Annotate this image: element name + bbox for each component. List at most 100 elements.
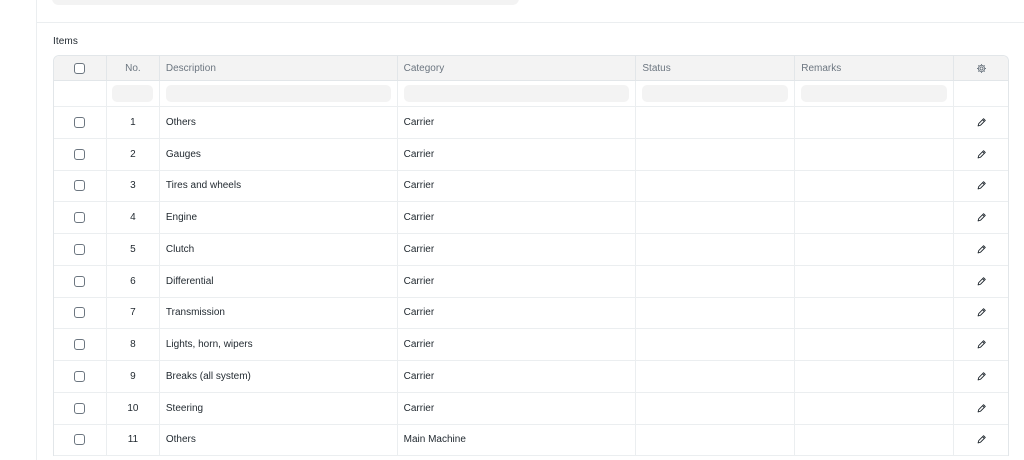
row-status[interactable] — [636, 138, 796, 170]
row-status[interactable] — [636, 424, 796, 456]
table-row[interactable]: 7 Transmission Carrier — [54, 297, 1008, 330]
row-category[interactable]: Carrier — [398, 297, 637, 329]
pencil-icon[interactable] — [976, 434, 987, 445]
row-checkbox[interactable] — [74, 148, 86, 160]
pencil-icon[interactable] — [976, 244, 987, 255]
row-checkbox[interactable] — [74, 180, 86, 192]
row-remarks[interactable] — [795, 234, 955, 265]
row-category[interactable]: Carrier — [398, 361, 637, 392]
row-category[interactable]: Carrier — [398, 202, 637, 233]
select-all-checkbox[interactable] — [74, 62, 86, 74]
header-no: No. — [107, 56, 160, 80]
pencil-icon[interactable] — [976, 371, 987, 382]
row-remarks[interactable] — [795, 202, 955, 233]
pencil-icon[interactable] — [976, 339, 987, 350]
row-remarks[interactable] — [795, 107, 955, 138]
row-edit-cell — [954, 202, 1008, 233]
row-checkbox[interactable] — [74, 339, 86, 351]
filter-cell-check — [54, 81, 107, 106]
row-category[interactable]: Carrier — [398, 392, 637, 424]
row-description[interactable]: Others — [160, 107, 398, 138]
filter-no-input[interactable] — [112, 85, 154, 102]
row-remarks[interactable] — [795, 329, 955, 360]
row-checkbox[interactable] — [74, 275, 86, 287]
row-status[interactable] — [636, 297, 796, 329]
row-checkbox[interactable] — [74, 402, 86, 414]
row-description[interactable]: Steering — [160, 392, 398, 424]
row-description[interactable]: Gauges — [160, 138, 398, 170]
table-row[interactable]: 6 Differential Carrier — [54, 265, 1008, 298]
table-row[interactable]: 3 Tires and wheels Carrier — [54, 170, 1008, 203]
row-checkbox[interactable] — [74, 116, 86, 128]
row-category[interactable]: Carrier — [398, 107, 637, 138]
row-status[interactable] — [636, 170, 796, 202]
row-description[interactable]: Lights, horn, wipers — [160, 329, 398, 360]
row-status[interactable] — [636, 329, 796, 360]
row-category[interactable]: Carrier — [398, 138, 637, 170]
row-category[interactable]: Carrier — [398, 265, 637, 297]
table-row[interactable]: 5 Clutch Carrier — [54, 234, 1008, 266]
pencil-icon[interactable] — [976, 117, 987, 128]
row-checkbox[interactable] — [74, 212, 86, 224]
table-row[interactable]: 9 Breaks (all system) Carrier — [54, 361, 1008, 393]
row-status[interactable] — [636, 234, 796, 265]
row-description[interactable]: Differential — [160, 265, 398, 297]
row-description[interactable]: Transmission — [160, 297, 398, 329]
row-remarks[interactable] — [795, 392, 955, 424]
row-checkbox[interactable] — [74, 243, 86, 255]
row-category[interactable]: Carrier — [398, 234, 637, 265]
pencil-icon[interactable] — [976, 180, 987, 191]
pencil-icon[interactable] — [976, 307, 987, 318]
row-edit-cell — [954, 234, 1008, 265]
previous-field-input[interactable] — [52, 0, 519, 5]
row-no: 3 — [107, 170, 160, 202]
row-edit-cell — [954, 266, 1008, 297]
row-description[interactable]: Clutch — [160, 234, 398, 265]
row-status[interactable] — [636, 361, 796, 392]
row-status[interactable] — [636, 202, 796, 233]
row-status[interactable] — [636, 392, 796, 424]
row-description[interactable]: Engine — [160, 202, 398, 233]
pencil-icon[interactable] — [976, 149, 987, 160]
row-remarks[interactable] — [795, 297, 955, 329]
filter-remarks-input[interactable] — [801, 85, 948, 102]
row-checkbox[interactable] — [74, 434, 86, 446]
filter-cell-remarks — [795, 81, 955, 106]
row-remarks[interactable] — [795, 424, 955, 456]
row-status[interactable] — [636, 265, 796, 297]
row-remarks[interactable] — [795, 170, 955, 202]
row-checkbox[interactable] — [74, 307, 86, 319]
row-remarks[interactable] — [795, 361, 955, 392]
row-remarks[interactable] — [795, 138, 955, 170]
header-category: Category — [398, 56, 637, 80]
table-row[interactable]: 10 Steering Carrier — [54, 392, 1008, 425]
items-table: No. Description Category Status Remarks — [53, 55, 1009, 457]
row-category[interactable]: Carrier — [398, 170, 637, 202]
gear-icon[interactable] — [976, 63, 987, 74]
table-row[interactable]: 11 Others Main Machine — [54, 424, 1008, 457]
filter-cell-category — [398, 81, 637, 106]
row-status[interactable] — [636, 107, 796, 138]
row-description[interactable]: Breaks (all system) — [160, 361, 398, 392]
table-row[interactable]: 1 Others Carrier — [54, 107, 1008, 139]
row-no: 7 — [107, 297, 160, 329]
row-category[interactable]: Main Machine — [398, 424, 637, 456]
row-description[interactable]: Others — [160, 424, 398, 456]
filter-category-input[interactable] — [403, 85, 630, 102]
row-select-cell — [54, 170, 107, 202]
pencil-icon[interactable] — [976, 403, 987, 414]
filter-status-input[interactable] — [642, 85, 789, 102]
table-row[interactable]: 2 Gauges Carrier — [54, 138, 1008, 171]
row-description[interactable]: Tires and wheels — [160, 170, 398, 202]
header-remarks: Remarks — [795, 56, 955, 80]
row-category[interactable]: Carrier — [398, 329, 637, 360]
row-no: 4 — [107, 202, 160, 233]
pencil-icon[interactable] — [976, 212, 987, 223]
pencil-icon[interactable] — [976, 276, 987, 287]
row-remarks[interactable] — [795, 265, 955, 297]
filter-description-input[interactable] — [165, 85, 391, 102]
filter-cell-no — [107, 81, 160, 106]
table-row[interactable]: 4 Engine Carrier — [54, 202, 1008, 234]
table-row[interactable]: 8 Lights, horn, wipers Carrier — [54, 329, 1008, 361]
row-checkbox[interactable] — [74, 370, 86, 382]
